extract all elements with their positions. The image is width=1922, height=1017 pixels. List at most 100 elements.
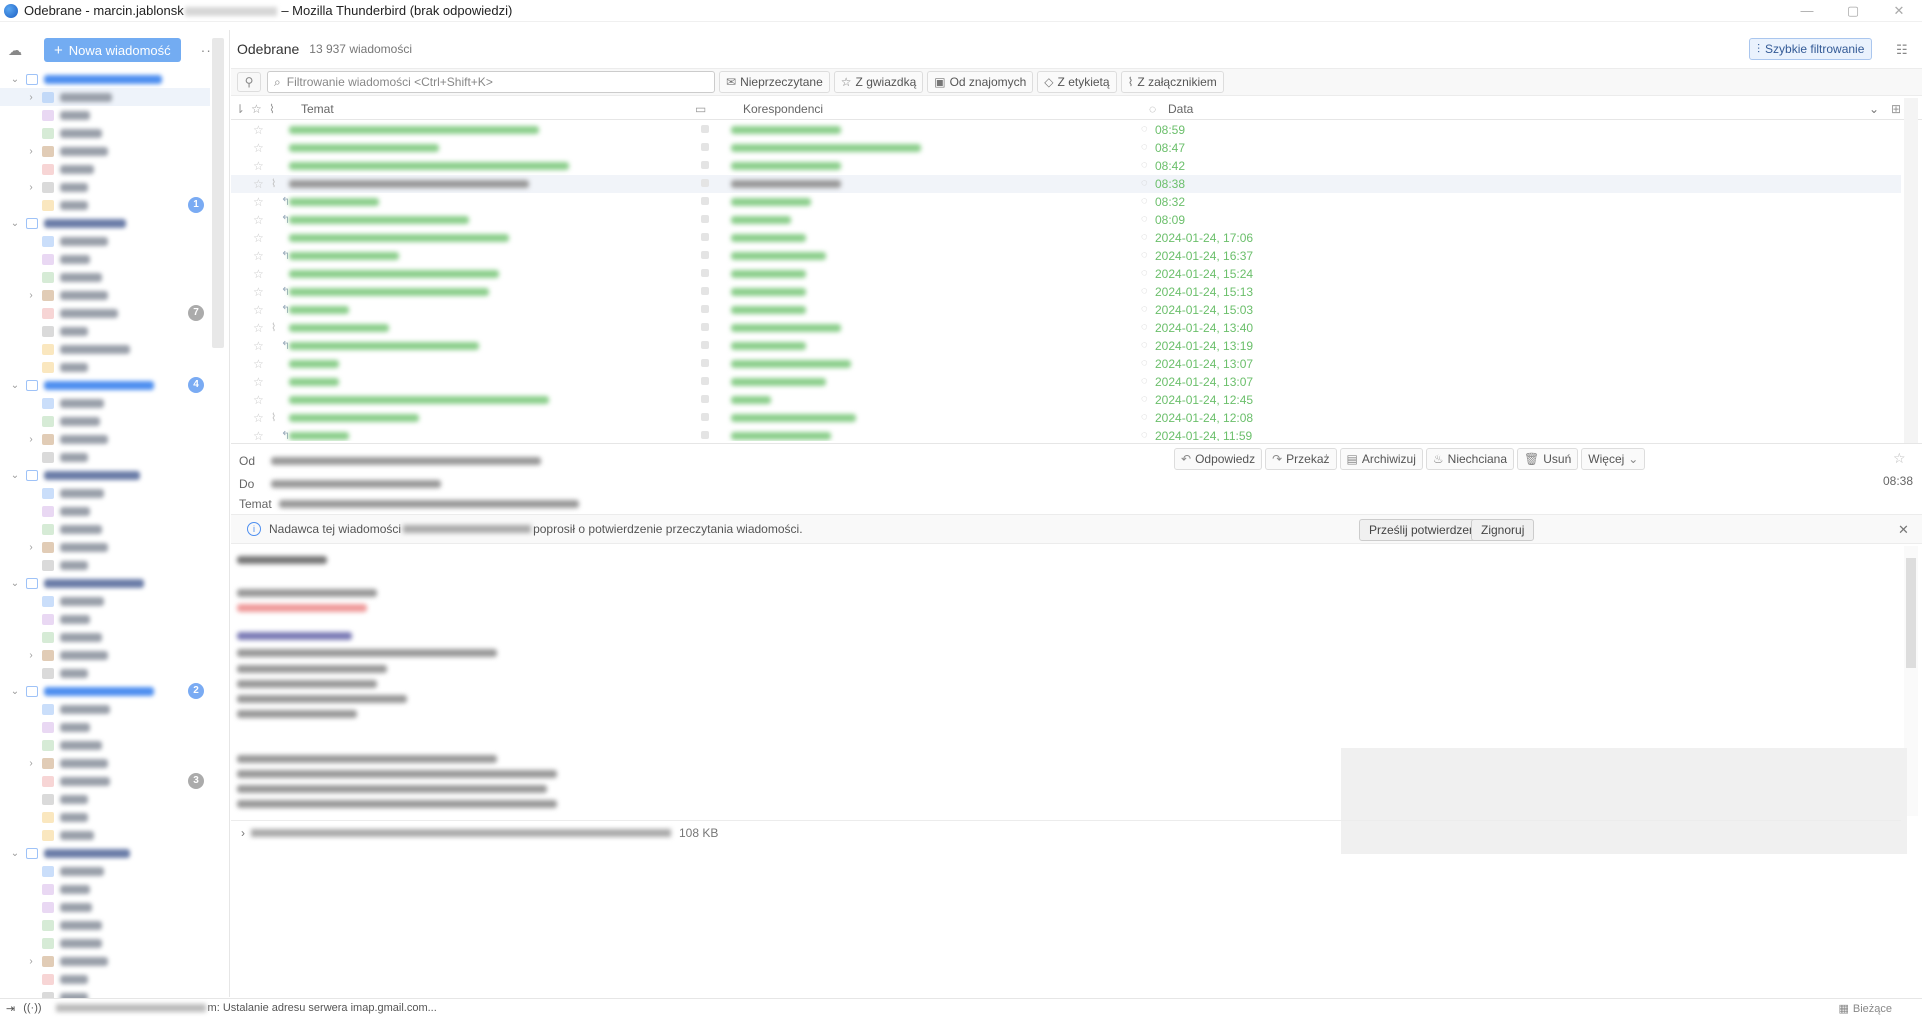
quick-filter-search[interactable]: ⌕ Filtrowanie wiadomości <Ctrl+Shift+K> <box>267 71 715 93</box>
folder-row[interactable] <box>0 394 210 412</box>
message-row[interactable]: ☆ ↰ ◌ 08:09 <box>231 211 1901 229</box>
folder-row[interactable] <box>0 106 210 124</box>
chevron-right-icon[interactable]: › <box>24 650 38 661</box>
chevron-down-icon[interactable]: ⌄ <box>8 380 22 391</box>
star-icon[interactable]: ☆ <box>1893 450 1906 467</box>
folder-row[interactable] <box>0 448 210 466</box>
account-row[interactable]: ⌄ <box>0 70 210 88</box>
star-icon[interactable]: ☆ <box>253 195 264 209</box>
folder-row[interactable]: › <box>0 178 210 196</box>
folder-row[interactable]: › <box>0 142 210 160</box>
filter-unread-button[interactable]: ✉ Nieprzeczytane <box>719 71 830 93</box>
folder-row[interactable] <box>0 592 210 610</box>
message-row[interactable]: ☆ ↰ ◌ 08:32 <box>231 193 1901 211</box>
folder-row[interactable]: 1 <box>0 196 210 214</box>
chevron-down-icon[interactable]: ⌄ <box>8 470 22 481</box>
folder-row[interactable] <box>0 970 210 988</box>
message-row[interactable]: ☆ ◌ 2024-01-24, 13:07 <box>231 355 1901 373</box>
folder-row[interactable]: 3 <box>0 772 210 790</box>
read-status-icon[interactable]: ◌ <box>1141 357 1148 369</box>
folder-row[interactable] <box>0 880 210 898</box>
maximize-button[interactable]: ▢ <box>1830 0 1876 22</box>
folder-row[interactable] <box>0 412 210 430</box>
star-icon[interactable]: ☆ <box>253 267 264 281</box>
filter-tags-button[interactable]: ◇ Z etykietą <box>1037 71 1117 93</box>
new-message-button[interactable]: + Nowa wiadomość <box>44 38 181 62</box>
junk-status-icon[interactable] <box>701 395 709 403</box>
read-status-icon[interactable]: ◌ <box>1141 213 1148 225</box>
archive-button[interactable]: ▤ Archiwizuj <box>1339 448 1423 470</box>
pin-icon[interactable]: ⚲ <box>237 72 261 92</box>
account-row[interactable]: ⌄ <box>0 844 210 862</box>
read-status-icon[interactable]: ◌ <box>1141 177 1148 189</box>
message-row[interactable]: ☆ ◌ 08:59 <box>231 121 1901 139</box>
folder-row[interactable] <box>0 628 210 646</box>
star-icon[interactable]: ☆ <box>253 321 264 335</box>
folder-row[interactable] <box>0 898 210 916</box>
column-picker-icon[interactable]: ⊞ <box>1891 102 1901 116</box>
folder-row[interactable] <box>0 556 210 574</box>
junk-status-icon[interactable] <box>701 233 709 241</box>
chevron-right-icon[interactable]: › <box>24 542 38 553</box>
star-icon[interactable]: ☆ <box>253 429 264 441</box>
folder-row[interactable] <box>0 322 210 340</box>
folder-row[interactable] <box>0 934 210 952</box>
star-icon[interactable]: ☆ <box>253 357 264 371</box>
display-options-icon[interactable]: ☷ <box>1896 42 1908 58</box>
account-row[interactable]: ⌄ <box>0 574 210 592</box>
account-row[interactable]: ⌄ <box>0 214 210 232</box>
junk-button[interactable]: ♨ Niechciana <box>1425 448 1515 470</box>
message-row[interactable]: ☆ ◌ 2024-01-24, 12:45 <box>231 391 1901 409</box>
star-icon[interactable]: ☆ <box>253 123 264 137</box>
junk-status-icon[interactable] <box>701 341 709 349</box>
message-row[interactable]: ☆ ↰ ◌ 2024-01-24, 11:59 <box>231 427 1901 441</box>
folder-row[interactable] <box>0 916 210 934</box>
star-icon[interactable]: ☆ <box>253 285 264 299</box>
message-row[interactable]: ☆ ↰ ◌ 2024-01-24, 15:13 <box>231 283 1901 301</box>
chevron-right-icon[interactable]: › <box>24 182 38 193</box>
close-icon[interactable]: ✕ <box>1898 522 1909 538</box>
read-status-icon[interactable]: ◌ <box>1141 231 1148 243</box>
folder-row[interactable]: › <box>0 952 210 970</box>
attachment-name[interactable] <box>251 828 671 837</box>
column-subject[interactable]: Temat <box>301 102 334 116</box>
read-status-icon[interactable]: ◌ <box>1141 249 1148 261</box>
message-list-scrollbar[interactable] <box>1904 98 1918 443</box>
attachment-column-icon[interactable]: ⌇ <box>269 102 275 116</box>
star-icon[interactable]: ☆ <box>253 177 264 191</box>
message-row[interactable]: ☆ ◌ 2024-01-24, 13:07 <box>231 373 1901 391</box>
minimize-button[interactable]: — <box>1784 0 1830 22</box>
folder-row[interactable] <box>0 358 210 376</box>
column-correspondents[interactable]: Korespondenci <box>743 102 823 116</box>
folder-row[interactable] <box>0 268 210 286</box>
filter-starred-button[interactable]: ☆ Z gwiazdką <box>833 71 924 93</box>
folder-row[interactable] <box>0 664 210 682</box>
read-status-icon[interactable]: ◌ <box>1141 141 1148 153</box>
chevron-down-icon[interactable]: ⌄ <box>8 686 22 697</box>
ignore-button[interactable]: Zignoruj <box>1471 519 1535 541</box>
star-icon[interactable]: ☆ <box>253 339 264 353</box>
junk-status-icon[interactable] <box>701 413 709 421</box>
folder-row[interactable] <box>0 826 210 844</box>
folder-row[interactable] <box>0 502 210 520</box>
reply-button[interactable]: ↶ Odpowiedz <box>1174 448 1263 470</box>
close-button[interactable]: ✕ <box>1876 0 1922 22</box>
read-status-icon[interactable]: ◌ <box>1141 123 1148 135</box>
folder-row[interactable] <box>0 790 210 808</box>
junk-status-icon[interactable] <box>701 251 709 259</box>
folder-row[interactable]: › <box>0 754 210 772</box>
junk-status-icon[interactable] <box>701 305 709 313</box>
folder-row[interactable] <box>0 340 210 358</box>
folder-row[interactable]: 7 <box>0 304 210 322</box>
message-row[interactable]: ☆ ↰ ◌ 2024-01-24, 16:37 <box>231 247 1901 265</box>
read-status-icon[interactable]: ◌ <box>1141 195 1148 207</box>
junk-status-icon[interactable] <box>701 143 709 151</box>
thread-toggle-icon[interactable]: ⇂ <box>235 102 245 116</box>
junk-column-icon[interactable]: ▭ <box>695 102 706 116</box>
read-status-column-icon[interactable]: ◌ <box>1149 102 1156 116</box>
junk-status-icon[interactable] <box>701 215 709 223</box>
chevron-down-icon[interactable]: ⌄ <box>8 578 22 589</box>
account-row[interactable]: ⌄ <box>0 466 210 484</box>
star-icon[interactable]: ☆ <box>253 303 264 317</box>
folder-row[interactable] <box>0 124 210 142</box>
